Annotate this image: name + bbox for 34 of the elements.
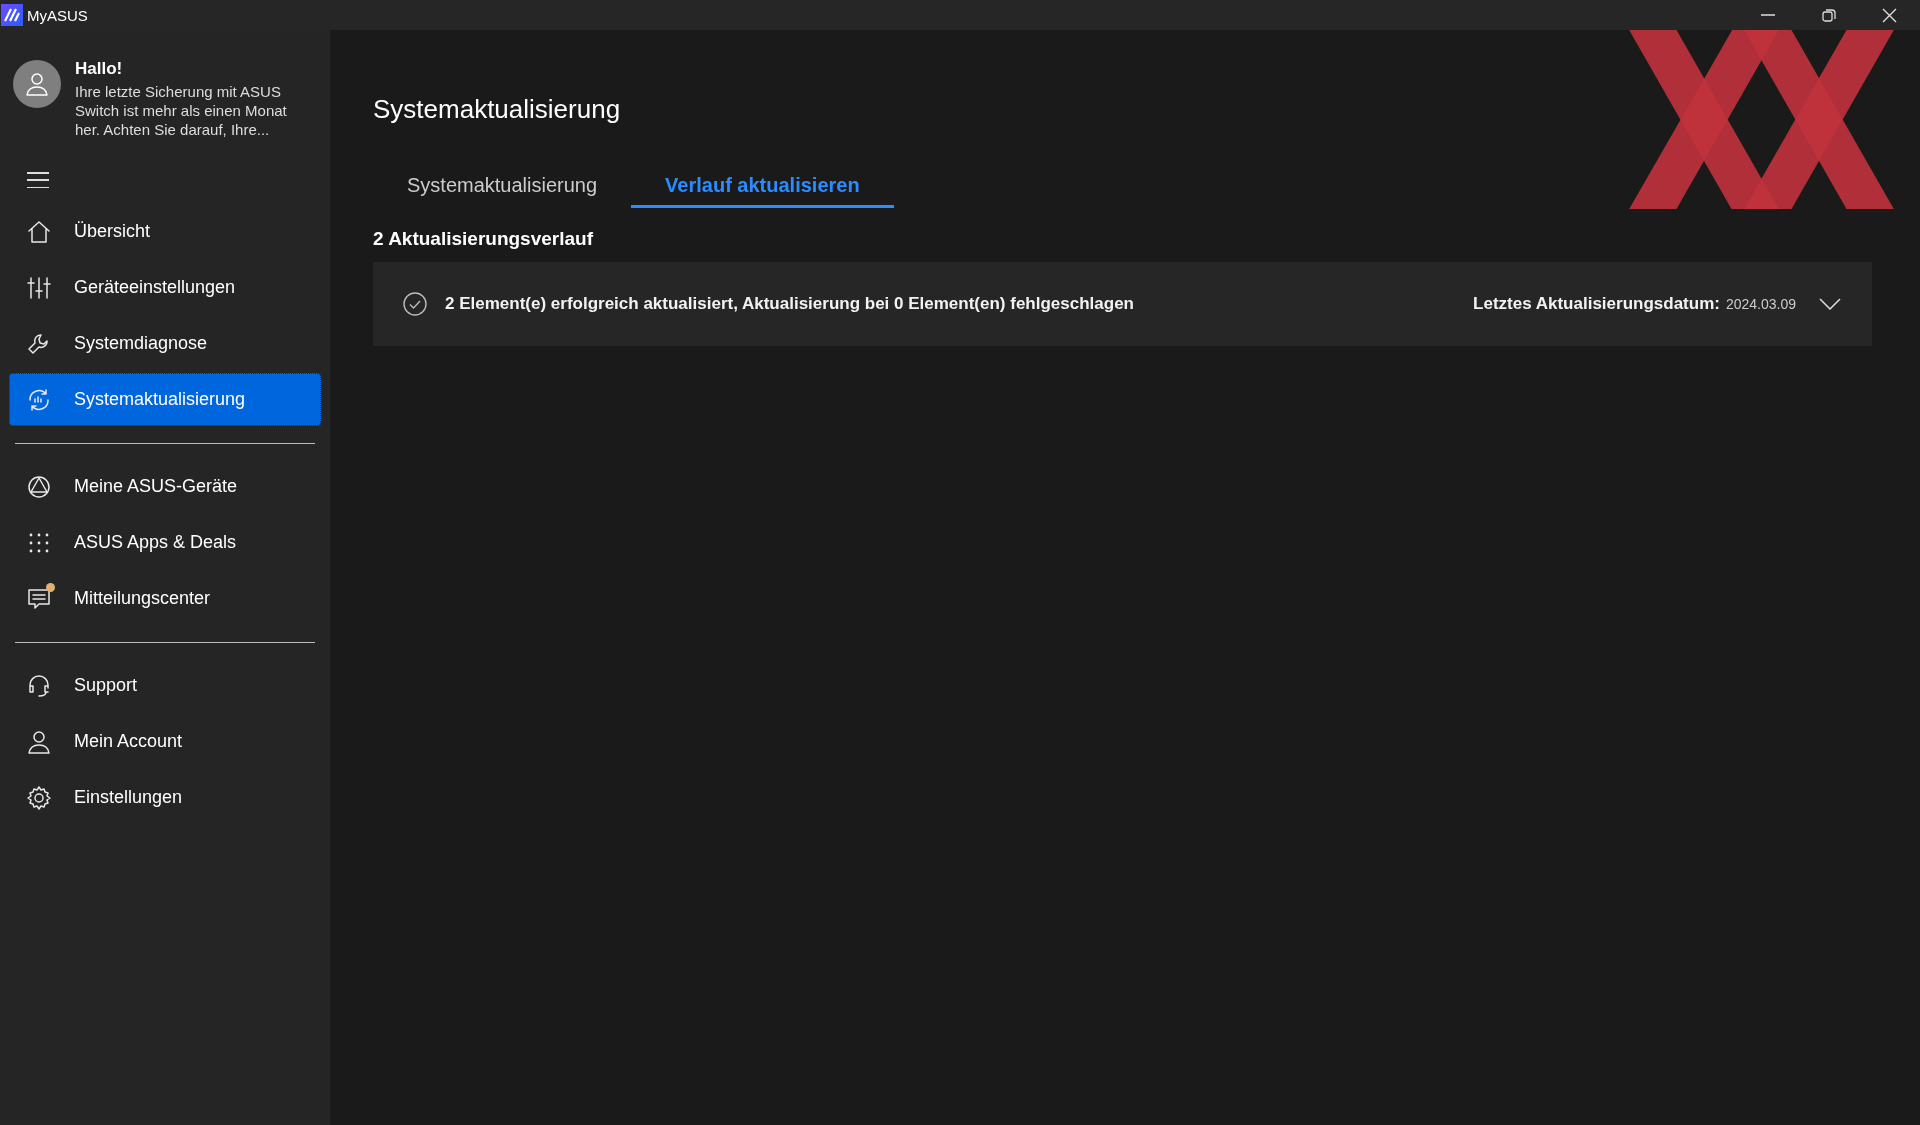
sidebar-item[interactable]: Mitteilungscenter	[9, 572, 321, 625]
gear-icon	[26, 784, 52, 811]
sidebar-item[interactable]: Mein Account	[9, 715, 321, 768]
sidebar-item[interactable]: Systemdiagnose	[9, 317, 321, 370]
sidebar-item[interactable]: Support	[9, 659, 321, 712]
backup-message: Ihre letzte Sicherung mit ASUS Switch ist mehr als einen Monat her. Achten Sie darauf, Ihre...	[75, 82, 288, 139]
section-title: 2 Aktualisierungsverlauf	[373, 228, 594, 250]
headset-icon	[26, 672, 52, 699]
sidebar-item[interactable]: ASUS Apps & Deals	[9, 516, 321, 569]
triangle-circle-icon	[26, 473, 52, 500]
date-label: Letztes Aktualisierungsdatum:	[1473, 294, 1720, 314]
sidebar-item[interactable]: Übersicht	[9, 205, 321, 258]
minimize-icon	[1760, 14, 1775, 16]
sliders-icon	[26, 274, 52, 301]
menu-button[interactable]	[27, 172, 49, 188]
tab[interactable]: Verlauf aktualisieren	[631, 168, 894, 208]
refresh-chart-icon	[26, 386, 52, 413]
house-icon	[26, 218, 52, 245]
window-title: MyASUS	[27, 6, 89, 24]
sidebar-item[interactable]: Systemaktualisierung	[9, 373, 321, 426]
tab[interactable]: Systemaktualisierung	[373, 168, 632, 208]
person-icon	[26, 728, 52, 755]
greeting: Hallo!	[75, 59, 124, 79]
sidebar-item[interactable]: Geräteeinstellungen	[9, 261, 321, 314]
check-circle-icon	[403, 292, 427, 316]
sidebar-item[interactable]: Meine ASUS-Geräte	[9, 460, 321, 513]
update-summary: 2 Element(e) erfolgreich aktualisiert, Aktualisierung bei 0 Element(en) fehlgeschlagen	[445, 294, 1135, 314]
close-icon	[1882, 7, 1897, 23]
app-logo-icon	[1, 4, 23, 26]
page-title: Systemaktualisierung	[373, 94, 622, 126]
sidebar-item[interactable]: Einstellungen	[9, 771, 321, 824]
restore-icon	[1821, 8, 1836, 22]
date-value: 2024.03.09	[1725, 296, 1796, 312]
avatar[interactable]	[13, 60, 61, 108]
